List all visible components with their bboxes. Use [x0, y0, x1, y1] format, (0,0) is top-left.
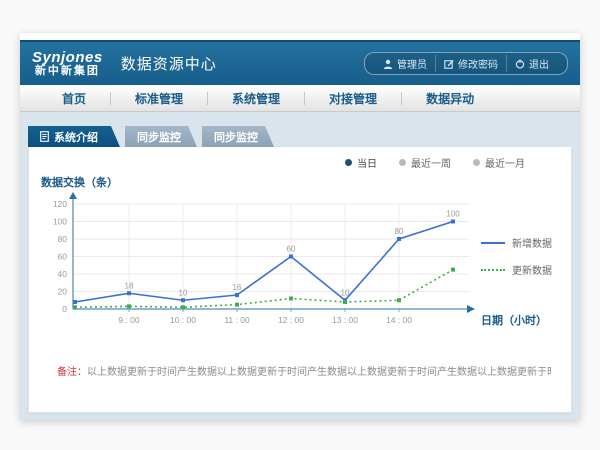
brand-logo: Synjones 新中新集团 — [32, 50, 103, 77]
legend-swatch-solid-line — [481, 242, 505, 244]
nav-item-standard-mgmt[interactable]: 标准管理 — [111, 90, 207, 107]
power-icon — [515, 59, 525, 69]
svg-text:20: 20 — [58, 287, 68, 297]
edit-icon — [444, 59, 454, 69]
svg-text:120: 120 — [53, 199, 67, 209]
legend-item-update-data: 更新数据 — [481, 262, 577, 277]
change-password-button[interactable]: 修改密码 — [435, 55, 506, 72]
chart-y-axis-title: 数据交换（条） — [41, 174, 571, 190]
tab-sync-monitor-1[interactable]: 同步监控 — [125, 126, 197, 147]
radio-dot — [473, 159, 480, 166]
current-user[interactable]: 管理员 — [375, 55, 435, 72]
tab-panel: 当日 最近一周 最近一月 数据交换（条） 0 20 40 60 80 100 120 9 : … — [28, 147, 572, 413]
line-chart: 0 20 40 60 80 100 120 9 : 00 10 : 00 11 : 00 12 : … — [29, 191, 571, 339]
change-password-label: 修改密码 — [458, 56, 498, 71]
tab-system-intro[interactable]: 系统介绍 — [28, 126, 120, 147]
main-nav: 首页 标准管理 系统管理 对接管理 数据异动 — [20, 85, 580, 112]
radio-last-week[interactable]: 最近一周 — [399, 155, 451, 170]
svg-text:80: 80 — [58, 234, 68, 244]
brand-logo-en: Synjones — [32, 50, 103, 66]
radio-dot — [399, 159, 406, 166]
chart-legend: 新增数据 更新数据 — [481, 235, 577, 289]
tab-label: 同步监控 — [214, 129, 258, 145]
logout-label: 退出 — [529, 56, 549, 71]
svg-text:12 : 00: 12 : 00 — [278, 315, 304, 325]
svg-text:18: 18 — [125, 281, 134, 290]
svg-text:10 : 00: 10 : 00 — [170, 315, 196, 325]
svg-text:10: 10 — [179, 288, 188, 297]
nav-item-home[interactable]: 首页 — [38, 90, 110, 107]
logout-button[interactable]: 退出 — [506, 55, 557, 72]
radio-label: 最近一月 — [485, 155, 525, 170]
top-strip — [20, 33, 580, 40]
radio-last-month[interactable]: 最近一月 — [473, 155, 525, 170]
radio-dot — [345, 159, 352, 166]
nav-item-system-mgmt[interactable]: 系统管理 — [208, 90, 304, 107]
legend-label: 新增数据 — [512, 235, 552, 250]
svg-text:40: 40 — [58, 269, 68, 279]
svg-text:16: 16 — [233, 283, 242, 292]
radio-label: 当日 — [357, 155, 377, 170]
nav-item-integration-mgmt[interactable]: 对接管理 — [305, 90, 401, 107]
svg-text:9 : 00: 9 : 00 — [118, 315, 140, 325]
time-range-filter: 当日 最近一周 最近一月 — [29, 147, 571, 170]
page: Synjones 新中新集团 数据资源中心 管理员 修改密码 — [20, 33, 580, 420]
tab-label: 同步监控 — [137, 129, 181, 145]
nav-item-data-change[interactable]: 数据异动 — [402, 90, 498, 107]
document-icon — [40, 131, 49, 142]
svg-text:0: 0 — [62, 304, 67, 314]
user-icon — [383, 59, 393, 69]
svg-text:100: 100 — [446, 210, 460, 219]
svg-text:80: 80 — [395, 227, 404, 236]
radio-today[interactable]: 当日 — [345, 155, 377, 170]
svg-text:日期（小时）: 日期（小时） — [481, 313, 547, 327]
tab-label: 系统介绍 — [54, 129, 98, 145]
header: Synjones 新中新集团 数据资源中心 管理员 修改密码 — [20, 40, 580, 85]
legend-swatch-dashed-line — [481, 269, 505, 271]
svg-text:10: 10 — [341, 288, 350, 297]
legend-item-new-data: 新增数据 — [481, 235, 577, 250]
svg-text:11 : 00: 11 : 00 — [224, 315, 250, 325]
page-title: 数据资源中心 — [121, 53, 217, 74]
svg-text:14 : 00: 14 : 00 — [386, 315, 412, 325]
tab-bar: 系统介绍 同步监控 同步监控 — [28, 126, 572, 147]
radio-label: 最近一周 — [411, 155, 451, 170]
current-user-label: 管理员 — [397, 56, 427, 71]
footnote-text: 以上数据更新于时间产生数据以上数据更新于时间产生数据以上数据更新于时间产生数据以… — [87, 367, 551, 378]
svg-text:100: 100 — [53, 217, 67, 227]
legend-label: 更新数据 — [512, 262, 552, 277]
svg-text:60: 60 — [287, 245, 296, 254]
tab-sync-monitor-2[interactable]: 同步监控 — [202, 126, 274, 147]
footnote: 备注：以上数据更新于时间产生数据以上数据更新于时间产生数据以上数据更新于时间产生… — [57, 366, 551, 379]
footnote-prefix: 备注： — [57, 367, 87, 378]
svg-text:60: 60 — [58, 252, 68, 262]
svg-text:13 : 00: 13 : 00 — [332, 315, 358, 325]
brand-logo-cn: 新中新集团 — [32, 66, 103, 78]
user-toolbar: 管理员 修改密码 退出 — [364, 52, 568, 75]
content-area: 系统介绍 同步监控 同步监控 当日 最近一周 — [20, 112, 580, 420]
